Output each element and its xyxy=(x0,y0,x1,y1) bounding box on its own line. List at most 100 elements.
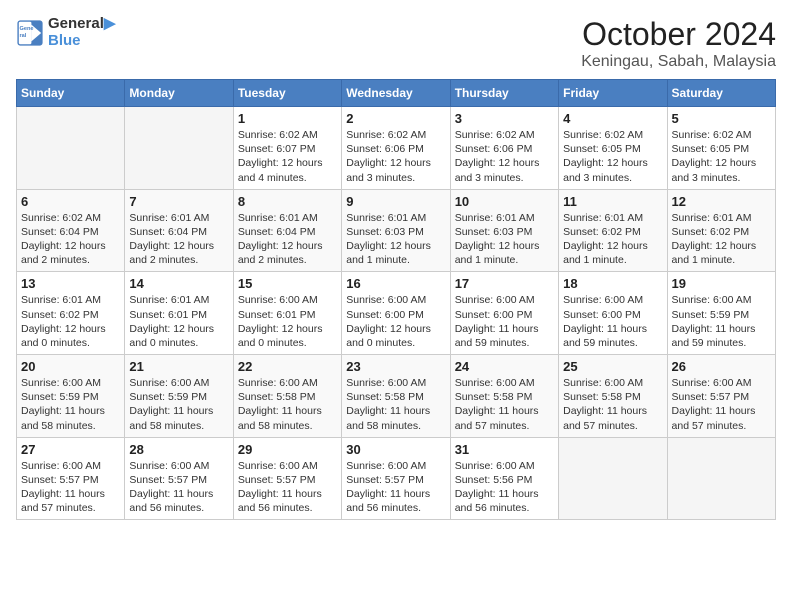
day-number: 9 xyxy=(346,194,445,209)
month-title: October 2024 xyxy=(581,16,776,53)
week-row-5: 27 Sunrise: 6:00 AM Sunset: 5:57 PM Dayli… xyxy=(17,437,776,520)
day-info: Sunrise: 6:00 AM Sunset: 6:00 PM Dayligh… xyxy=(346,293,445,350)
calendar-cell xyxy=(559,437,667,520)
logo-icon: Gene ral xyxy=(16,19,44,47)
day-number: 26 xyxy=(672,359,771,374)
calendar-cell: 4 Sunrise: 6:02 AM Sunset: 6:05 PM Daylig… xyxy=(559,107,667,190)
day-info: Sunrise: 6:00 AM Sunset: 5:59 PM Dayligh… xyxy=(129,376,228,433)
calendar-cell: 25Sunrise: 6:00 AM Sunset: 5:58 PM Dayli… xyxy=(559,355,667,438)
calendar-cell: 1 Sunrise: 6:02 AM Sunset: 6:07 PM Daylig… xyxy=(233,107,341,190)
day-number: 18 xyxy=(563,276,662,291)
day-number: 12 xyxy=(672,194,771,209)
day-info: Sunrise: 6:01 AM Sunset: 6:02 PM Dayligh… xyxy=(672,211,771,268)
calendar-cell xyxy=(17,107,125,190)
day-number: 11 xyxy=(563,194,662,209)
day-info: Sunrise: 6:02 AM Sunset: 6:04 PM Dayligh… xyxy=(21,211,120,268)
calendar-cell: 30Sunrise: 6:00 AM Sunset: 5:57 PM Dayli… xyxy=(342,437,450,520)
day-info: Sunrise: 6:00 AM Sunset: 5:56 PM Dayligh… xyxy=(455,459,554,516)
day-info: Sunrise: 6:01 AM Sunset: 6:04 PM Dayligh… xyxy=(238,211,337,268)
day-number: 29 xyxy=(238,442,337,457)
calendar-cell: 23Sunrise: 6:00 AM Sunset: 5:58 PM Dayli… xyxy=(342,355,450,438)
calendar-cell: 14 Sunrise: 6:01 AM Sunset: 6:01 PM Dayli… xyxy=(125,272,233,355)
day-number: 24 xyxy=(455,359,554,374)
logo-text: General▶ Blue xyxy=(48,16,115,49)
day-info: Sunrise: 6:01 AM Sunset: 6:04 PM Dayligh… xyxy=(129,211,228,268)
day-number: 22 xyxy=(238,359,337,374)
day-info: Sunrise: 6:01 AM Sunset: 6:01 PM Dayligh… xyxy=(129,293,228,350)
day-number: 5 xyxy=(672,111,771,126)
day-info: Sunrise: 6:00 AM Sunset: 6:00 PM Dayligh… xyxy=(563,293,662,350)
week-row-3: 13Sunrise: 6:01 AM Sunset: 6:02 PM Dayli… xyxy=(17,272,776,355)
day-info: Sunrise: 6:02 AM Sunset: 6:05 PM Dayligh… xyxy=(563,128,662,185)
day-info: Sunrise: 6:01 AM Sunset: 6:02 PM Dayligh… xyxy=(563,211,662,268)
logo: Gene ral General▶ Blue xyxy=(16,16,115,49)
calendar-table: SundayMondayTuesdayWednesdayThursdayFrid… xyxy=(16,79,776,520)
day-number: 1 xyxy=(238,111,337,126)
day-number: 19 xyxy=(672,276,771,291)
day-info: Sunrise: 6:00 AM Sunset: 5:57 PM Dayligh… xyxy=(21,459,120,516)
day-info: Sunrise: 6:00 AM Sunset: 6:00 PM Dayligh… xyxy=(455,293,554,350)
day-number: 20 xyxy=(21,359,120,374)
week-row-2: 6 Sunrise: 6:02 AM Sunset: 6:04 PM Daylig… xyxy=(17,189,776,272)
day-number: 6 xyxy=(21,194,120,209)
day-info: Sunrise: 6:00 AM Sunset: 5:57 PM Dayligh… xyxy=(129,459,228,516)
day-info: Sunrise: 6:00 AM Sunset: 5:59 PM Dayligh… xyxy=(672,293,771,350)
calendar-cell: 5 Sunrise: 6:02 AM Sunset: 6:05 PM Daylig… xyxy=(667,107,775,190)
calendar-cell: 13Sunrise: 6:01 AM Sunset: 6:02 PM Dayli… xyxy=(17,272,125,355)
calendar-cell: 2 Sunrise: 6:02 AM Sunset: 6:06 PM Daylig… xyxy=(342,107,450,190)
day-info: Sunrise: 6:00 AM Sunset: 6:01 PM Dayligh… xyxy=(238,293,337,350)
day-info: Sunrise: 6:00 AM Sunset: 5:58 PM Dayligh… xyxy=(238,376,337,433)
day-number: 31 xyxy=(455,442,554,457)
calendar-cell: 12 Sunrise: 6:01 AM Sunset: 6:02 PM Dayli… xyxy=(667,189,775,272)
calendar-cell: 22 Sunrise: 6:00 AM Sunset: 5:58 PM Dayli… xyxy=(233,355,341,438)
calendar-cell: 15 Sunrise: 6:00 AM Sunset: 6:01 PM Dayli… xyxy=(233,272,341,355)
header-row: SundayMondayTuesdayWednesdayThursdayFrid… xyxy=(17,80,776,107)
header: Gene ral General▶ Blue October 2024 Keni… xyxy=(16,16,776,71)
calendar-cell: 21Sunrise: 6:00 AM Sunset: 5:59 PM Dayli… xyxy=(125,355,233,438)
day-info: Sunrise: 6:02 AM Sunset: 6:05 PM Dayligh… xyxy=(672,128,771,185)
calendar-cell: 16 Sunrise: 6:00 AM Sunset: 6:00 PM Dayli… xyxy=(342,272,450,355)
calendar-cell xyxy=(667,437,775,520)
calendar-cell: 29 Sunrise: 6:00 AM Sunset: 5:57 PM Dayli… xyxy=(233,437,341,520)
calendar-cell: 24 Sunrise: 6:00 AM Sunset: 5:58 PM Dayli… xyxy=(450,355,558,438)
title-area: October 2024 Keningau, Sabah, Malaysia xyxy=(581,16,776,71)
day-number: 14 xyxy=(129,276,228,291)
calendar-cell: 31 Sunrise: 6:00 AM Sunset: 5:56 PM Dayli… xyxy=(450,437,558,520)
day-number: 4 xyxy=(563,111,662,126)
calendar-cell: 18 Sunrise: 6:00 AM Sunset: 6:00 PM Dayli… xyxy=(559,272,667,355)
calendar-cell: 6 Sunrise: 6:02 AM Sunset: 6:04 PM Daylig… xyxy=(17,189,125,272)
day-info: Sunrise: 6:00 AM Sunset: 5:57 PM Dayligh… xyxy=(238,459,337,516)
calendar-cell: 28Sunrise: 6:00 AM Sunset: 5:57 PM Dayli… xyxy=(125,437,233,520)
calendar-cell: 3 Sunrise: 6:02 AM Sunset: 6:06 PM Daylig… xyxy=(450,107,558,190)
day-number: 30 xyxy=(346,442,445,457)
header-thursday: Thursday xyxy=(450,80,558,107)
day-info: Sunrise: 6:00 AM Sunset: 5:57 PM Dayligh… xyxy=(672,376,771,433)
calendar-cell: 7Sunrise: 6:01 AM Sunset: 6:04 PM Daylig… xyxy=(125,189,233,272)
calendar-cell: 10Sunrise: 6:01 AM Sunset: 6:03 PM Dayli… xyxy=(450,189,558,272)
day-info: Sunrise: 6:00 AM Sunset: 5:58 PM Dayligh… xyxy=(346,376,445,433)
day-info: Sunrise: 6:02 AM Sunset: 6:07 PM Dayligh… xyxy=(238,128,337,185)
day-info: Sunrise: 6:01 AM Sunset: 6:03 PM Dayligh… xyxy=(455,211,554,268)
calendar-cell xyxy=(125,107,233,190)
calendar-cell: 19 Sunrise: 6:00 AM Sunset: 5:59 PM Dayli… xyxy=(667,272,775,355)
day-number: 2 xyxy=(346,111,445,126)
day-info: Sunrise: 6:00 AM Sunset: 5:58 PM Dayligh… xyxy=(455,376,554,433)
day-info: Sunrise: 6:02 AM Sunset: 6:06 PM Dayligh… xyxy=(346,128,445,185)
location-title: Keningau, Sabah, Malaysia xyxy=(581,53,776,71)
day-number: 15 xyxy=(238,276,337,291)
header-friday: Friday xyxy=(559,80,667,107)
day-number: 13 xyxy=(21,276,120,291)
day-number: 27 xyxy=(21,442,120,457)
day-number: 3 xyxy=(455,111,554,126)
day-info: Sunrise: 6:02 AM Sunset: 6:06 PM Dayligh… xyxy=(455,128,554,185)
header-wednesday: Wednesday xyxy=(342,80,450,107)
day-info: Sunrise: 6:01 AM Sunset: 6:03 PM Dayligh… xyxy=(346,211,445,268)
calendar-cell: 8 Sunrise: 6:01 AM Sunset: 6:04 PM Daylig… xyxy=(233,189,341,272)
calendar-cell: 27 Sunrise: 6:00 AM Sunset: 5:57 PM Dayli… xyxy=(17,437,125,520)
day-number: 16 xyxy=(346,276,445,291)
day-info: Sunrise: 6:00 AM Sunset: 5:59 PM Dayligh… xyxy=(21,376,120,433)
header-tuesday: Tuesday xyxy=(233,80,341,107)
day-number: 8 xyxy=(238,194,337,209)
header-monday: Monday xyxy=(125,80,233,107)
calendar-cell: 26 Sunrise: 6:00 AM Sunset: 5:57 PM Dayli… xyxy=(667,355,775,438)
